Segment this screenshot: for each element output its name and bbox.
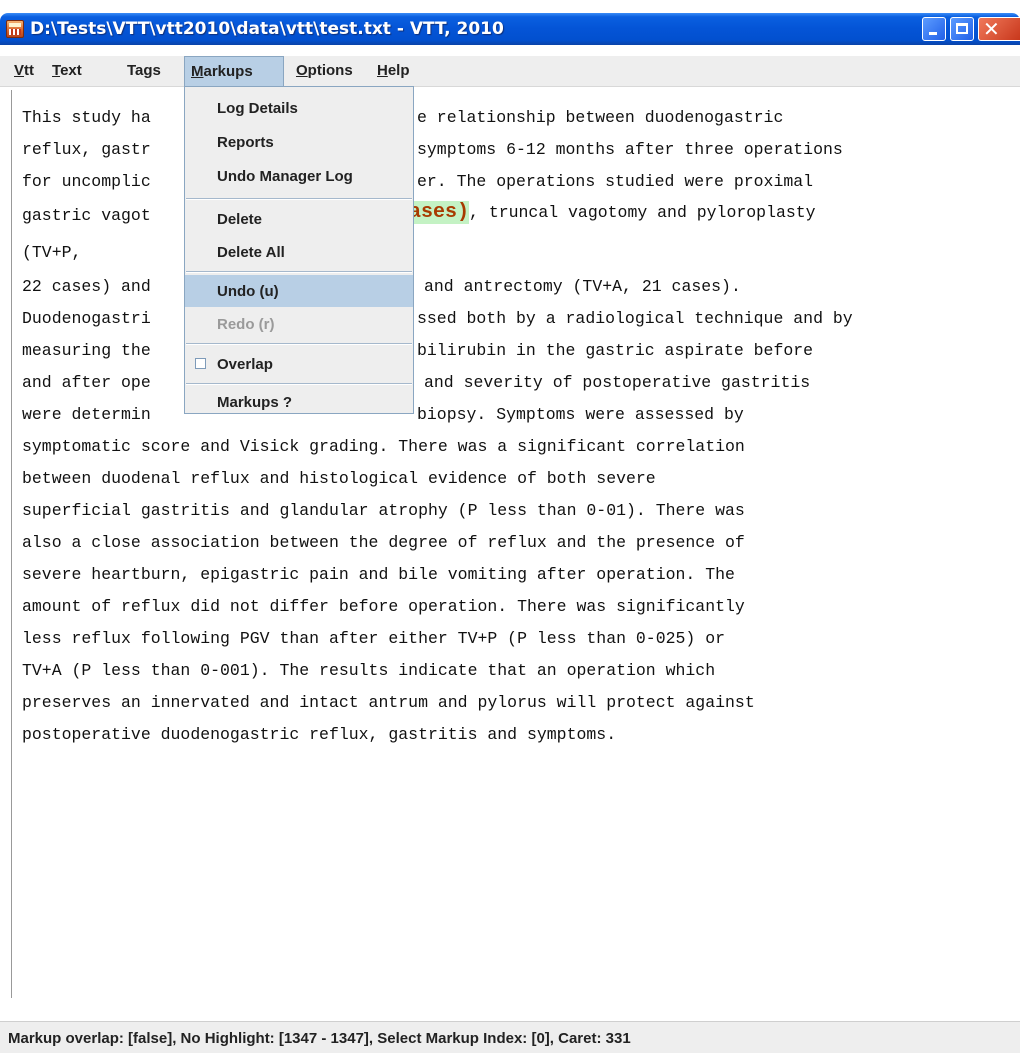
text-line: 22 cases) and: [22, 277, 151, 296]
menu-separator: [186, 383, 412, 385]
menuitem-undo[interactable]: Undo (u): [185, 275, 413, 307]
text-line: and antrectomy (TV+A, 21 cases).: [424, 277, 741, 296]
document-text-area[interactable]: This study ha e relationship between duo…: [11, 90, 1020, 998]
text-line: ases), truncal vagotomy and pyloroplasty: [409, 201, 816, 224]
text-line: biopsy. Symptoms were assessed by: [417, 405, 744, 424]
text-line: less reflux following PGV than after eit…: [22, 629, 726, 648]
menu-separator: [186, 271, 412, 273]
markups-dropdown-menu: Log Details Reports Undo Manager Log Del…: [184, 86, 414, 414]
text-line: postoperative duodenogastric reflux, gas…: [22, 725, 617, 744]
text-line: TV+A (P less than 0-001). The results in…: [22, 661, 716, 680]
minimize-icon: [929, 32, 937, 35]
text-line: also a close association between the deg…: [22, 533, 745, 552]
text-line: bilirubin in the gastric aspirate before: [417, 341, 814, 360]
text-line: symptomatic score and Visick grading. Th…: [22, 437, 745, 456]
close-button[interactable]: ✕: [978, 17, 1020, 41]
menuitem-log-details[interactable]: Log Details: [185, 93, 413, 123]
markup-highlight[interactable]: ases): [409, 201, 470, 224]
maximize-icon: [956, 23, 968, 34]
text-line: severe heartburn, epigastric pain and bi…: [22, 565, 735, 584]
menu-vtt[interactable]: Vtt: [8, 56, 40, 86]
menuitem-undo-manager-log[interactable]: Undo Manager Log: [185, 161, 413, 191]
text-line: Duodenogastri: [22, 309, 151, 328]
text-line: between duodenal reflux and histological…: [22, 469, 656, 488]
menu-text[interactable]: Text: [46, 56, 88, 86]
text-line: amount of reflux did not differ before o…: [22, 597, 745, 616]
text-line: reflux, gastr: [22, 140, 151, 159]
status-text: Markup overlap: [false], No Highlight: […: [8, 1030, 631, 1047]
text-line: symptoms 6-12 months after three operati…: [417, 140, 843, 159]
checkbox-icon: [195, 358, 206, 369]
app-icon[interactable]: [6, 20, 24, 38]
menuitem-delete-all[interactable]: Delete All: [185, 237, 413, 267]
text-line: ssed both by a radiological technique an…: [417, 309, 853, 328]
menu-markups[interactable]: Markups: [184, 56, 284, 86]
text-line: and after ope: [22, 373, 151, 392]
menu-help[interactable]: Help: [371, 56, 416, 86]
text-line: and severity of postoperative gastritis: [424, 373, 811, 392]
close-icon: ✕: [983, 17, 1000, 41]
text-line: superficial gastritis and glandular atro…: [22, 501, 745, 520]
text-line: for uncomplic: [22, 172, 151, 191]
text-line: gastric vagot: [22, 206, 151, 225]
menu-separator: [186, 198, 412, 200]
menuitem-redo[interactable]: Redo (r): [185, 309, 413, 339]
menuitem-overlap[interactable]: Overlap: [185, 349, 413, 379]
menu-options[interactable]: Options: [290, 56, 359, 86]
text-line: preserves an innervated and intact antru…: [22, 693, 755, 712]
text-line: were determin: [22, 405, 151, 424]
window-title-bar[interactable]: D:\Tests\VTT\vtt2010\data\vtt\test.txt -…: [0, 13, 1020, 45]
menu-bar: Vtt Text Tags Markups Options Help: [0, 56, 1020, 87]
status-bar: Markup overlap: [false], No Highlight: […: [0, 1021, 1020, 1053]
text-line: (TV+P,: [22, 243, 82, 262]
maximize-button[interactable]: [950, 17, 974, 41]
text-line: This study ha: [22, 108, 151, 127]
menuitem-reports[interactable]: Reports: [185, 127, 413, 157]
menuitem-delete[interactable]: Delete: [185, 204, 413, 234]
menu-tags[interactable]: Tags: [121, 56, 167, 86]
window-title: D:\Tests\VTT\vtt2010\data\vtt\test.txt -…: [30, 19, 504, 39]
menuitem-markups-help[interactable]: Markups ?: [185, 387, 413, 417]
text-line: er. The operations studied were proximal: [417, 172, 814, 191]
menu-separator: [186, 343, 412, 345]
minimize-button[interactable]: [922, 17, 946, 41]
text-line: measuring the: [22, 341, 151, 360]
text-line: e relationship between duodenogastric: [417, 108, 784, 127]
